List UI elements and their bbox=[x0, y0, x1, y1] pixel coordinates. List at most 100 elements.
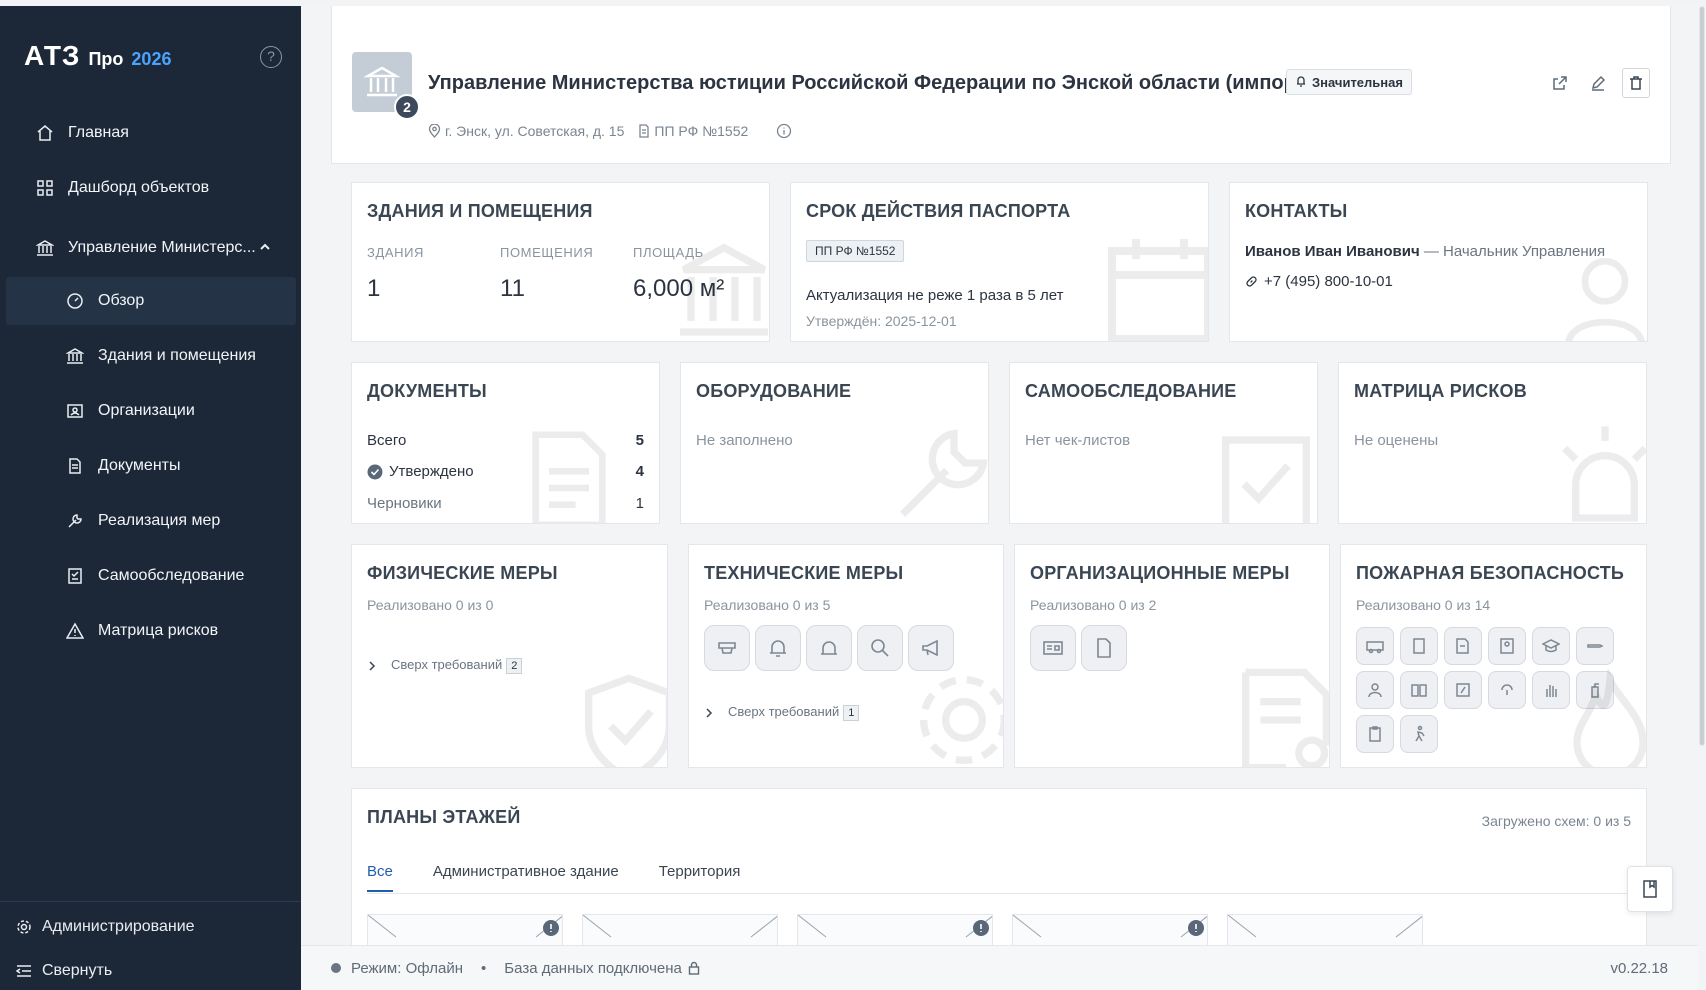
lock-icon bbox=[688, 961, 700, 975]
extra-count: 2 bbox=[506, 658, 523, 674]
placeholder-image-icon bbox=[583, 915, 777, 938]
card-title: ПЛАНЫ ЭТАЖЕЙ bbox=[367, 807, 521, 827]
fire-measure-tile[interactable] bbox=[1488, 627, 1526, 665]
technical-progress: Реализовано 0 из 5 bbox=[704, 597, 831, 613]
sidebar-item-label: Организации bbox=[98, 402, 195, 419]
help-icon[interactable]: ? bbox=[260, 46, 282, 68]
equipment-status: Не заполнено bbox=[696, 432, 793, 449]
technical-measures-card[interactable]: ТЕХНИЧЕСКИЕ МЕРЫ Реализовано 0 из 5 Свер… bbox=[688, 544, 1004, 768]
tech-measure-tile[interactable] bbox=[755, 625, 801, 671]
significance-label: Значительная bbox=[1312, 74, 1403, 90]
check-circle-icon bbox=[367, 464, 383, 479]
document-icon bbox=[639, 124, 650, 138]
document-icon bbox=[532, 431, 606, 523]
chevron-up-icon[interactable] bbox=[258, 240, 272, 259]
hose-icon bbox=[1587, 644, 1604, 648]
sidebar-item-overview[interactable]: Обзор bbox=[6, 277, 296, 325]
tech-measure-tile[interactable] bbox=[806, 625, 852, 671]
fire-measure-tile[interactable] bbox=[1576, 627, 1614, 665]
sidebar-item-organizations[interactable]: Организации bbox=[6, 387, 296, 435]
fire-measure-tile[interactable] bbox=[1400, 671, 1438, 709]
sidebar-item-object[interactable]: Управление Министерс... bbox=[6, 228, 296, 268]
person-icon bbox=[1368, 683, 1382, 698]
status-bar: Режим: Офлайн • База данных подключена v… bbox=[301, 945, 1698, 990]
sidebar-item-measures[interactable]: Реализация мер bbox=[6, 497, 296, 545]
sidebar-item-documents[interactable]: Документы bbox=[6, 442, 296, 490]
alarm-light-icon bbox=[1562, 426, 1646, 522]
open-external-button[interactable] bbox=[1546, 68, 1574, 98]
edit-button[interactable] bbox=[1584, 68, 1612, 98]
technical-extra-expander[interactable]: Сверх требований 1 bbox=[704, 704, 860, 721]
passport-card[interactable]: СРОК ДЕЙСТВИЯ ПАСПОРТА ПП РФ №1552 Актуа… bbox=[790, 182, 1209, 342]
object-header: 2 Управление Министерства юстиции Россий… bbox=[331, 6, 1671, 164]
contact-phone[interactable]: +7 (495) 800-10-01 bbox=[1245, 273, 1393, 290]
fire-measure-tile[interactable] bbox=[1356, 627, 1394, 665]
selfcheck-card[interactable]: САМООБСЛЕДОВАНИЕ Нет чек-листов bbox=[1009, 362, 1318, 524]
contacts-card[interactable]: КОНТАКТЫ Иванов Иван Иванович — Начальни… bbox=[1229, 182, 1648, 342]
collapse-button[interactable]: Свернуть bbox=[0, 956, 301, 986]
passport-update-text: Актуализация не реже 1 раза в 5 лет bbox=[806, 287, 1064, 304]
warning-icon bbox=[64, 620, 86, 642]
fire-measure-tile[interactable] bbox=[1488, 671, 1526, 709]
org-icon bbox=[64, 400, 86, 422]
floorplan-thumbnail[interactable] bbox=[797, 914, 993, 945]
org-measure-tile[interactable] bbox=[1081, 625, 1127, 671]
sidebar-item-dashboard[interactable]: Дашборд объектов bbox=[6, 168, 296, 208]
app-logo[interactable]: АТЗ Про 2026 bbox=[24, 40, 171, 72]
sidebar-item-risk-matrix[interactable]: Матрица рисков bbox=[6, 607, 296, 655]
scrollbar-thumb[interactable] bbox=[1699, 6, 1705, 746]
floorplan-thumbnail[interactable] bbox=[582, 914, 778, 945]
page-title: Управление Министерства юстиции Российск… bbox=[428, 72, 1313, 94]
tech-measure-tile[interactable] bbox=[857, 625, 903, 671]
documents-card[interactable]: ДОКУМЕНТЫ Всего 5 Утверждено 4 Черновики… bbox=[351, 362, 660, 524]
sidebar-item-label: Документы bbox=[98, 457, 181, 474]
info-icon[interactable] bbox=[776, 123, 792, 139]
bookmark-icon bbox=[1643, 880, 1657, 898]
tech-measure-tile[interactable] bbox=[704, 625, 750, 671]
equipment-card[interactable]: ОБОРУДОВАНИЕ Не заполнено bbox=[680, 362, 989, 524]
fire-measure-tile[interactable] bbox=[1444, 671, 1482, 709]
fire-measure-tile[interactable] bbox=[1356, 671, 1394, 709]
tab-admin-building[interactable]: Административное здание bbox=[433, 863, 619, 892]
fire-safety-card[interactable]: ПОЖАРНАЯ БЕЗОПАСНОСТЬ Реализовано 0 из 1… bbox=[1340, 544, 1647, 768]
exit-icon bbox=[1456, 683, 1470, 697]
docs-approved-value: 4 bbox=[635, 463, 644, 480]
sidebar-item-home[interactable]: Главная bbox=[6, 113, 296, 153]
buildings-count: 1 bbox=[367, 275, 381, 302]
placeholder-image-icon bbox=[1013, 915, 1207, 938]
book-icon bbox=[1411, 684, 1427, 697]
logo-edition: Про bbox=[88, 49, 124, 69]
scrollbar[interactable] bbox=[1698, 6, 1706, 990]
sidebar-item-label: Управление Министерс... bbox=[68, 239, 256, 256]
fire-measure-tile[interactable] bbox=[1356, 715, 1394, 753]
card-title: ПОЖАРНАЯ БЕЗОПАСНОСТЬ bbox=[1356, 563, 1625, 583]
card-title: СРОК ДЕЙСТВИЯ ПАСПОРТА bbox=[806, 201, 1071, 221]
rooms-count: 11 bbox=[500, 275, 525, 302]
fire-measure-tile[interactable] bbox=[1532, 627, 1570, 665]
fire-measure-tile[interactable] bbox=[1400, 715, 1438, 753]
risk-matrix-card[interactable]: МАТРИЦА РИСКОВ Не оценены bbox=[1338, 362, 1647, 524]
fire-progress: Реализовано 0 из 14 bbox=[1356, 597, 1491, 613]
organizational-measures-card[interactable]: ОРГАНИЗАЦИОННЫЕ МЕРЫ Реализовано 0 из 2 bbox=[1014, 544, 1330, 768]
floorplans-loaded: Загружено схем: 0 из 5 bbox=[1481, 813, 1631, 829]
floorplan-thumbnail[interactable] bbox=[367, 914, 563, 945]
fire-measure-tile[interactable] bbox=[1444, 627, 1482, 665]
tab-territory[interactable]: Территория bbox=[659, 863, 741, 892]
fire-measure-tile[interactable] bbox=[1400, 627, 1438, 665]
buildings-card[interactable]: ЗДАНИЯ И ПОМЕЩЕНИЯ ЗДАНИЯ ПОМЕЩЕНИЯ ПЛОЩ… bbox=[351, 182, 770, 342]
home-icon bbox=[34, 122, 56, 144]
bell-icon bbox=[770, 640, 786, 657]
org-measure-tile[interactable] bbox=[1030, 625, 1076, 671]
admin-label: Администрирование bbox=[42, 918, 195, 935]
sidebar-item-buildings[interactable]: Здания и помещения bbox=[6, 332, 296, 380]
tab-all[interactable]: Все bbox=[367, 863, 393, 892]
floorplan-thumbnail[interactable] bbox=[1227, 914, 1423, 945]
sidebar-item-selfcheck[interactable]: Самообследование bbox=[6, 552, 296, 600]
physical-measures-card[interactable]: ФИЗИЧЕСКИЕ МЕРЫ Реализовано 0 из 0 Сверх… bbox=[351, 544, 668, 768]
physical-extra-expander[interactable]: Сверх требований 2 bbox=[367, 657, 523, 674]
delete-button[interactable] bbox=[1622, 68, 1650, 98]
bookmark-button[interactable] bbox=[1627, 866, 1673, 912]
admin-link[interactable]: Администрирование bbox=[0, 912, 301, 942]
floorplan-thumbnail[interactable] bbox=[1012, 914, 1208, 945]
sidebar-item-label: Матрица рисков bbox=[98, 622, 219, 639]
